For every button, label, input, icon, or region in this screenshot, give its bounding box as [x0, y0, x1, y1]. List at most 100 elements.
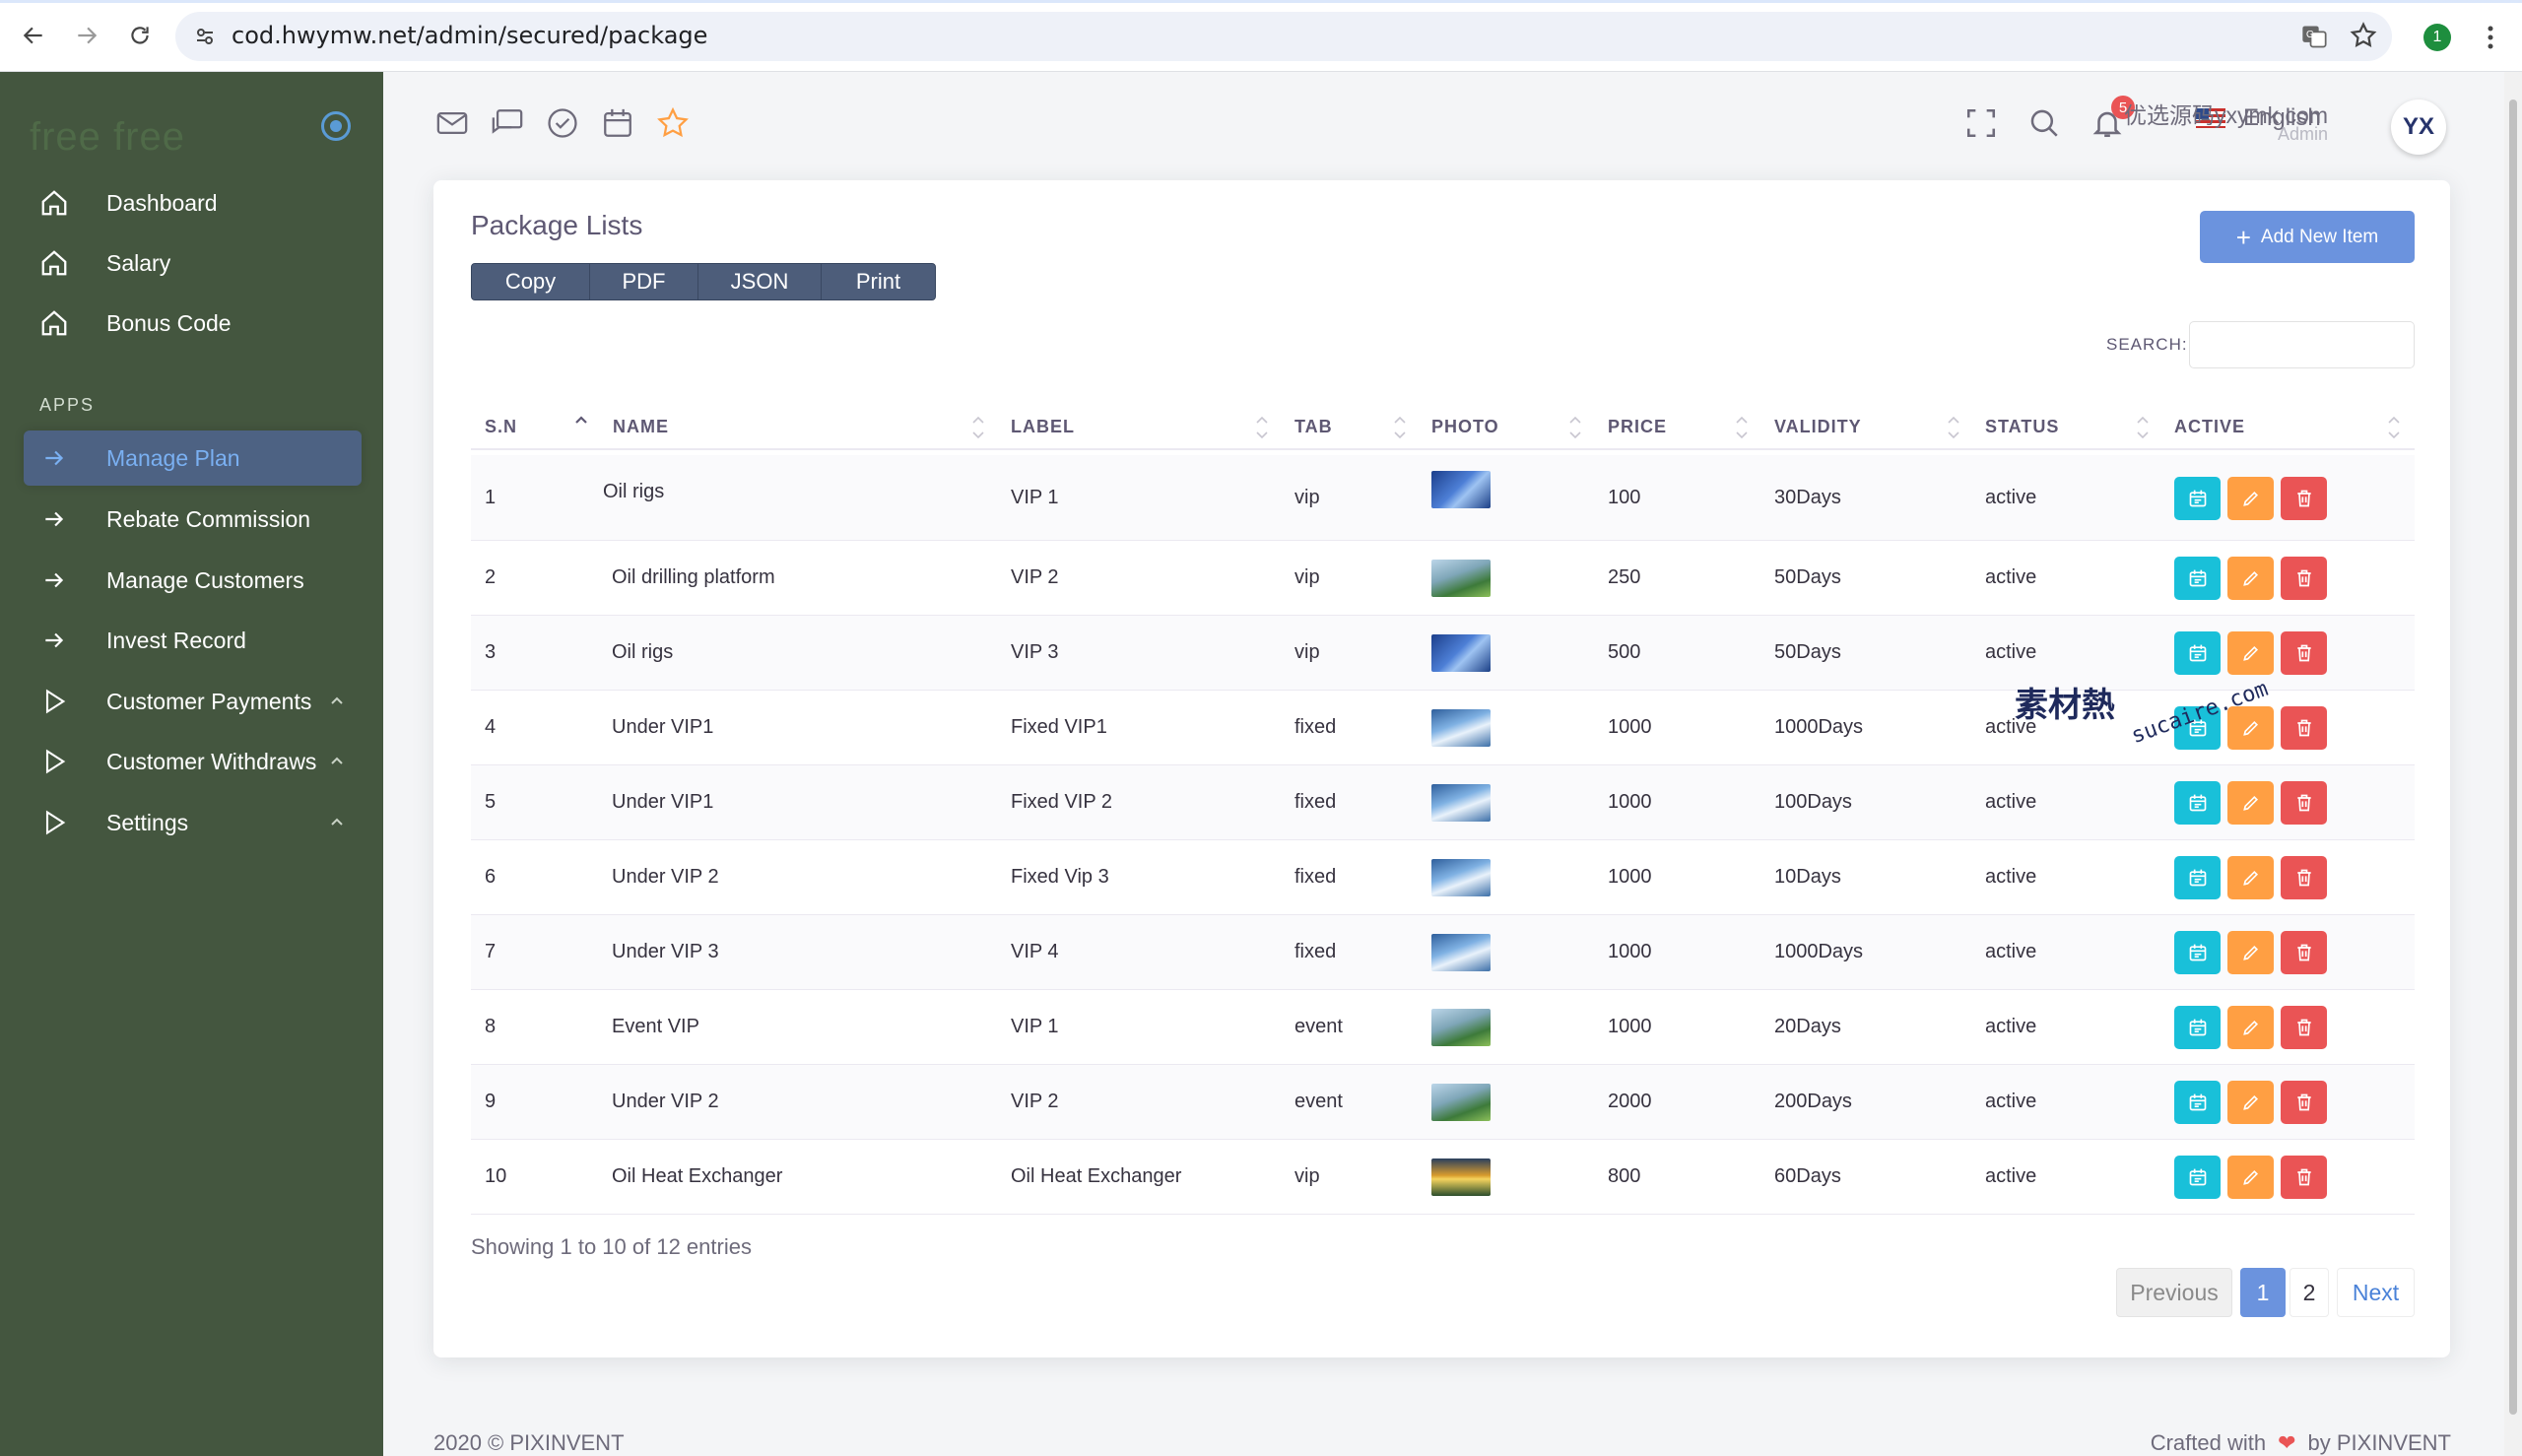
mail-icon[interactable] [435, 106, 469, 140]
url-text[interactable]: cod.hwymw.net/admin/secured/package [232, 22, 707, 49]
sort-icon[interactable] [2136, 413, 2150, 442]
browser-menu-icon[interactable] [2473, 20, 2508, 55]
edit-button[interactable] [2227, 476, 2274, 520]
pagination-next[interactable]: Next [2337, 1268, 2415, 1317]
sidebar-item-dashboard[interactable]: Dashboard [24, 175, 362, 231]
column-header-price[interactable]: PRICE [1608, 403, 1667, 450]
view-button[interactable] [2174, 631, 2221, 675]
pencil-icon [2241, 1092, 2261, 1112]
chat-icon[interactable] [491, 106, 524, 140]
delete-button[interactable] [2281, 1006, 2327, 1049]
sort-icon[interactable] [1735, 413, 1749, 442]
print-button[interactable]: Print [822, 264, 935, 299]
play-icon [37, 806, 71, 839]
forward-icon[interactable] [69, 18, 104, 53]
cell-label: VIP 2 [1011, 1091, 1059, 1112]
delete-button[interactable] [2281, 476, 2327, 520]
delete-button[interactable] [2281, 781, 2327, 825]
edit-button[interactable] [2227, 856, 2274, 899]
scrollbar-thumb[interactable] [2509, 99, 2517, 1415]
cell-sn: 2 [485, 566, 497, 588]
translate-icon[interactable]: G [2299, 23, 2329, 50]
sort-icon[interactable] [2387, 413, 2401, 442]
bookmark-star-icon[interactable] [2349, 21, 2378, 50]
table-row: 3 Oil rigs VIP 3 vip 500 50Days active [471, 616, 2415, 691]
sidebar-item-invest-record[interactable]: Invest Record [24, 613, 362, 668]
column-header-tab[interactable]: TAB [1294, 403, 1333, 450]
delete-button[interactable] [2281, 706, 2327, 750]
view-button[interactable] [2174, 856, 2221, 899]
cell-sn: 1 [485, 486, 497, 508]
view-button[interactable] [2174, 781, 2221, 825]
brand-logo[interactable]: free free [30, 115, 185, 160]
edit-button[interactable] [2227, 1081, 2274, 1124]
delete-button[interactable] [2281, 931, 2327, 974]
column-header-sn[interactable]: S.N [485, 403, 517, 450]
delete-button[interactable] [2281, 631, 2327, 675]
sort-icon[interactable] [1393, 413, 1407, 442]
back-icon[interactable] [16, 18, 51, 53]
sidebar-item-salary[interactable]: Salary [24, 235, 362, 291]
column-header-validity[interactable]: VALIDITY [1774, 403, 1862, 450]
delete-button[interactable] [2281, 557, 2327, 600]
package-photo [1431, 470, 1491, 508]
site-info-icon[interactable] [193, 25, 217, 48]
sort-icon[interactable] [1947, 413, 1960, 442]
avatar[interactable]: YX [2391, 99, 2446, 155]
search-icon[interactable] [2027, 106, 2061, 140]
json-button[interactable]: JSON [698, 264, 822, 299]
edit-button[interactable] [2227, 557, 2274, 600]
sidebar-item-customer-withdraws[interactable]: Customer Withdraws [24, 734, 362, 789]
add-new-item-button[interactable]: + Add New Item [2200, 211, 2415, 263]
pagination-previous[interactable]: Previous [2116, 1268, 2232, 1317]
delete-button[interactable] [2281, 1081, 2327, 1124]
view-button[interactable] [2174, 557, 2221, 600]
profile-avatar[interactable]: 1 [2423, 24, 2451, 51]
sidebar-item-manage-customers[interactable]: Manage Customers [24, 553, 362, 608]
check-circle-icon[interactable] [546, 106, 579, 140]
edit-button[interactable] [2227, 931, 2274, 974]
pagination-page-1[interactable]: 1 [2240, 1268, 2286, 1317]
page-scrollbar[interactable] [2504, 72, 2522, 1456]
view-button[interactable] [2174, 1006, 2221, 1049]
column-header-photo[interactable]: PHOTO [1431, 403, 1499, 450]
fullscreen-icon[interactable] [1964, 106, 1998, 140]
calendar-icon [2188, 868, 2208, 888]
pagination-page-2[interactable]: 2 [2290, 1268, 2329, 1317]
view-button[interactable] [2174, 1081, 2221, 1124]
cell-validity: 10Days [1774, 866, 1841, 888]
edit-button[interactable] [2227, 631, 2274, 675]
edit-button[interactable] [2227, 1006, 2274, 1049]
delete-button[interactable] [2281, 856, 2327, 899]
sidebar-item-manage-plan[interactable]: Manage Plan [24, 430, 362, 486]
sort-icon[interactable] [1255, 413, 1269, 442]
search-input[interactable] [2189, 321, 2415, 368]
cell-price: 2000 [1608, 1091, 1652, 1112]
sort-icon[interactable] [574, 413, 588, 442]
sort-icon[interactable] [971, 413, 985, 442]
sort-icon[interactable] [1568, 413, 1582, 442]
column-header-label[interactable]: LABEL [1011, 403, 1075, 450]
sidebar-item-bonus-code[interactable]: Bonus Code [24, 296, 362, 351]
sidebar-item-rebate-commission[interactable]: Rebate Commission [24, 492, 362, 547]
view-button[interactable] [2174, 476, 2221, 520]
sidebar-item-customer-payments[interactable]: Customer Payments [24, 674, 362, 729]
sidebar-toggle-icon[interactable] [321, 111, 351, 141]
column-header-status[interactable]: STATUS [1985, 403, 2059, 450]
calendar-icon[interactable] [601, 106, 634, 140]
star-icon[interactable] [656, 106, 690, 140]
heart-icon: ❤ [2278, 1430, 2296, 1455]
edit-button[interactable] [2227, 781, 2274, 825]
column-header-active[interactable]: ACTIVE [2174, 403, 2245, 450]
table-row: 10 Oil Heat Exchanger Oil Heat Exchanger vi… [471, 1140, 2415, 1215]
sidebar-item-settings[interactable]: Settings [24, 795, 362, 850]
view-button[interactable] [2174, 1156, 2221, 1199]
delete-button[interactable] [2281, 1156, 2327, 1199]
pdf-button[interactable]: PDF [590, 264, 698, 299]
reload-icon[interactable] [122, 18, 158, 53]
edit-button[interactable] [2227, 1156, 2274, 1199]
view-button[interactable] [2174, 931, 2221, 974]
copy-button[interactable]: Copy [472, 264, 590, 299]
column-header-name[interactable]: NAME [613, 403, 669, 450]
cell-tab: vip [1294, 641, 1320, 663]
